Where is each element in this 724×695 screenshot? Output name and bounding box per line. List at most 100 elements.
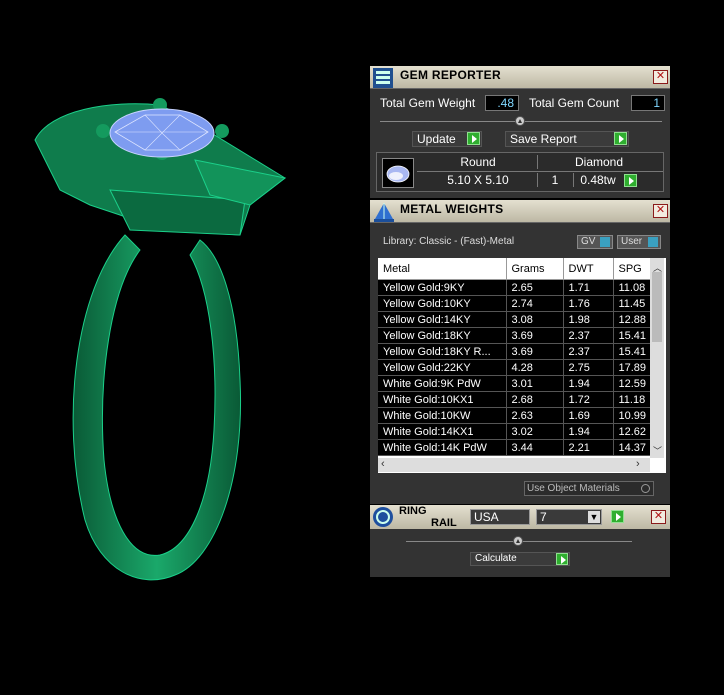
scroll-left-icon[interactable]: ‹ [381, 458, 385, 470]
gv-toggle[interactable]: GV [577, 235, 613, 249]
table-row[interactable]: Yellow Gold:10KY 2.74 1.76 11.45 [378, 295, 657, 312]
table-row[interactable]: Yellow Gold:9KY 2.65 1.71 11.08 [378, 279, 657, 296]
table-row[interactable]: Yellow Gold:22KY 4.28 2.75 17.89 [378, 359, 657, 376]
table-cell-grams: 3.02 [506, 423, 564, 440]
table-cell-grams: 3.44 [506, 439, 564, 456]
table-header-row: Metal Grams DWT SPG [378, 258, 657, 280]
close-icon[interactable]: ✕ [651, 510, 666, 524]
gv-toggle-label: GV [581, 236, 596, 247]
table-cell-metal: White Gold:14K PdW [378, 439, 507, 456]
table-cell-dwt: 2.21 [563, 439, 614, 456]
table-cell-metal: White Gold:14KX1 [378, 423, 507, 440]
chevron-down-icon[interactable]: ▼ [588, 511, 600, 523]
calculate-go-arrow-icon[interactable] [556, 553, 568, 565]
user-toggle-label: User [621, 236, 643, 247]
user-toggle-switch[interactable] [648, 237, 658, 247]
gem-reporter-titlebar[interactable]: GEM REPORTER ✕ [370, 66, 670, 89]
use-object-materials-radio[interactable] [641, 484, 650, 493]
table-row[interactable]: Yellow Gold:14KY 3.08 1.98 12.88 [378, 311, 657, 328]
table-cell-grams: 4.28 [506, 359, 564, 376]
gem-shape: Round [419, 155, 538, 169]
ring-rail-title-line2: RAIL [431, 517, 457, 529]
total-gem-count-value: 1 [631, 95, 665, 111]
metal-table: Metal Grams DWT SPG Yellow Gold:9KY 2.65 1.71… [378, 258, 657, 456]
table-row[interactable]: Yellow Gold:18KY R... 3.69 2.37 15.41 [378, 343, 657, 360]
table-row[interactable]: White Gold:14KX1 3.02 1.94 12.62 [378, 423, 657, 440]
column-header-grams[interactable]: Grams [506, 258, 564, 280]
gem-count: 1 [537, 173, 574, 187]
table-row[interactable]: White Gold:14K PdW 3.44 2.21 14.37 [378, 439, 657, 456]
table-cell-dwt: 1.69 [563, 407, 614, 424]
round-gem-icon [382, 158, 414, 188]
table-cell-grams: 3.69 [506, 343, 564, 360]
ring-standard-field[interactable]: USA [470, 509, 530, 525]
table-cell-metal: Yellow Gold:18KY R... [378, 343, 507, 360]
gem-weight: 0.48tw [580, 173, 616, 187]
scroll-right-icon[interactable]: › [636, 458, 640, 470]
table-cell-dwt: 1.98 [563, 311, 614, 328]
table-row[interactable]: Yellow Gold:18KY 3.69 2.37 15.41 [378, 327, 657, 344]
ring-3d-model[interactable] [0, 0, 365, 695]
ring-size-select[interactable]: 7 ▼ [536, 509, 602, 525]
gem-reporter-icon [372, 67, 396, 89]
table-cell-grams: 3.01 [506, 375, 564, 392]
table-horizontal-scrollbar[interactable]: ‹ › [378, 458, 650, 472]
ring-size-value: 7 [540, 510, 547, 524]
table-row[interactable]: White Gold:10KX1 2.68 1.72 11.18 [378, 391, 657, 408]
gem-reporter-title: GEM REPORTER [400, 68, 501, 82]
metal-weights-titlebar[interactable]: METAL WEIGHTS ✕ [370, 200, 670, 223]
metal-weights-title: METAL WEIGHTS [400, 202, 504, 216]
table-cell-dwt: 2.37 [563, 327, 614, 344]
table-cell-grams: 2.68 [506, 391, 564, 408]
ring-slider-knob[interactable] [513, 536, 523, 546]
table-cell-dwt: 1.94 [563, 423, 614, 440]
gem-row-go-arrow-icon[interactable] [624, 174, 637, 187]
table-cell-metal: White Gold:10KX1 [378, 391, 507, 408]
table-cell-metal: White Gold:10KW [378, 407, 507, 424]
gv-toggle-switch[interactable] [600, 237, 610, 247]
table-cell-dwt: 2.37 [563, 343, 614, 360]
table-cell-dwt: 1.94 [563, 375, 614, 392]
total-gem-weight-value: .48 [485, 95, 519, 111]
table-cell-metal: Yellow Gold:14KY [378, 311, 507, 328]
calculate-button[interactable]: Calculate [470, 552, 570, 566]
table-cell-dwt: 1.71 [563, 279, 614, 296]
update-go-arrow-icon[interactable] [467, 132, 480, 145]
gem-slider-knob[interactable] [515, 116, 525, 126]
table-cell-grams: 2.74 [506, 295, 564, 312]
table-row[interactable]: White Gold:10KW 2.63 1.69 10.99 [378, 407, 657, 424]
metal-weights-table: Metal Grams DWT SPG Yellow Gold:9KY 2.65 1.71… [378, 258, 666, 473]
scroll-thumb[interactable] [652, 272, 662, 342]
ring-rail-icon [371, 506, 395, 528]
ring-rail-go-arrow-icon[interactable] [611, 510, 624, 523]
scroll-down-icon[interactable]: ﹀ [653, 444, 662, 457]
user-toggle[interactable]: User [617, 235, 661, 249]
table-cell-metal: Yellow Gold:18KY [378, 327, 507, 344]
close-icon[interactable]: ✕ [653, 70, 668, 84]
table-vertical-scrollbar[interactable]: ︿ ﹀ [650, 258, 664, 458]
gem-material: Diamond [574, 155, 624, 169]
table-cell-metal: Yellow Gold:10KY [378, 295, 507, 312]
table-cell-grams: 2.65 [506, 279, 564, 296]
table-cell-grams: 3.69 [506, 327, 564, 344]
use-object-materials-label: Use Object Materials [527, 483, 620, 494]
table-cell-dwt: 1.72 [563, 391, 614, 408]
table-cell-metal: White Gold:9K PdW [378, 375, 507, 392]
table-cell-grams: 3.08 [506, 311, 564, 328]
close-icon[interactable]: ✕ [653, 204, 668, 218]
save-report-go-arrow-icon[interactable] [614, 132, 627, 145]
table-row[interactable]: White Gold:9K PdW 3.01 1.94 12.59 [378, 375, 657, 392]
use-object-materials-toggle[interactable]: Use Object Materials [524, 481, 654, 496]
table-cell-metal: Yellow Gold:22KY [378, 359, 507, 376]
gem-row[interactable]: Round Diamond 5.10 X 5.10 1 0.48tw [376, 152, 664, 192]
total-gem-count-label: Total Gem Count [529, 96, 620, 110]
column-header-metal[interactable]: Metal [378, 258, 507, 280]
library-label: Library: Classic - (Fast)-Metal [383, 236, 515, 247]
column-header-dwt[interactable]: DWT [563, 258, 614, 280]
save-report-button[interactable]: Save Report [505, 131, 629, 147]
metal-weights-icon [372, 201, 396, 223]
ring-rail-panel: RING RAIL USA 7 ▼ ✕ Calculate [370, 505, 670, 577]
table-cell-metal: Yellow Gold:9KY [378, 279, 507, 296]
table-cell-grams: 2.63 [506, 407, 564, 424]
ring-rail-title-line1: RING [399, 505, 427, 517]
